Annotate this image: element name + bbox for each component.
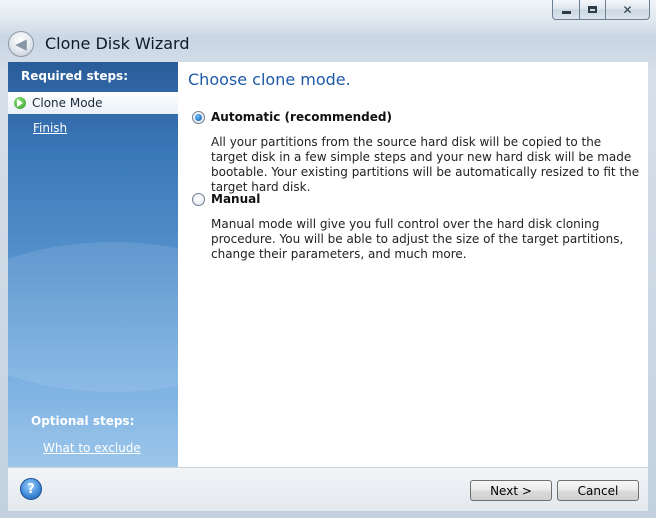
maximize-icon — [588, 6, 597, 13]
close-button[interactable]: ✕ — [606, 0, 650, 20]
wizard-footer: ? Next > Cancel — [8, 467, 648, 511]
sidebar-item-clone-mode[interactable]: Clone Mode — [8, 92, 178, 114]
cancel-button[interactable]: Cancel — [557, 480, 639, 501]
current-step-arrow-icon — [14, 97, 26, 109]
next-button[interactable]: Next > — [470, 480, 552, 501]
automatic-radio[interactable] — [192, 111, 205, 124]
window-controls: ✕ — [552, 0, 650, 20]
manual-option-description: Manual mode will give you full control o… — [211, 217, 624, 261]
help-glyph: ? — [27, 481, 35, 497]
maximize-button[interactable] — [580, 0, 606, 20]
window-frame: ✕ ◀ Clone Disk Wizard Required steps: Cl… — [0, 0, 656, 518]
optional-steps-header: Optional steps: — [31, 414, 135, 428]
automatic-option-label[interactable]: Automatic (recommended) — [211, 110, 392, 124]
minimize-button[interactable] — [552, 0, 580, 20]
window-title: Clone Disk Wizard — [45, 34, 190, 53]
help-icon[interactable]: ? — [20, 478, 42, 500]
manual-radio[interactable] — [192, 193, 205, 206]
back-arrow-icon: ◀ — [15, 35, 27, 53]
manual-option-label[interactable]: Manual — [211, 192, 260, 206]
minimize-icon — [561, 11, 571, 14]
sidebar-item-what-to-exclude[interactable]: What to exclude — [43, 441, 141, 455]
main-content: Choose clone mode. Automatic (recommende… — [178, 62, 648, 467]
page-title: Choose clone mode. — [188, 70, 351, 89]
close-icon: ✕ — [622, 2, 633, 17]
automatic-option-description: All your partitions from the source hard… — [211, 135, 640, 194]
required-steps-header: Required steps: — [21, 69, 128, 83]
sidebar-item-finish[interactable]: Finish — [33, 121, 67, 135]
sidebar-item-label: Clone Mode — [32, 96, 103, 110]
wizard-steps-sidebar: Required steps: Clone Mode Finish Option… — [8, 62, 178, 467]
back-button[interactable]: ◀ — [8, 31, 34, 57]
